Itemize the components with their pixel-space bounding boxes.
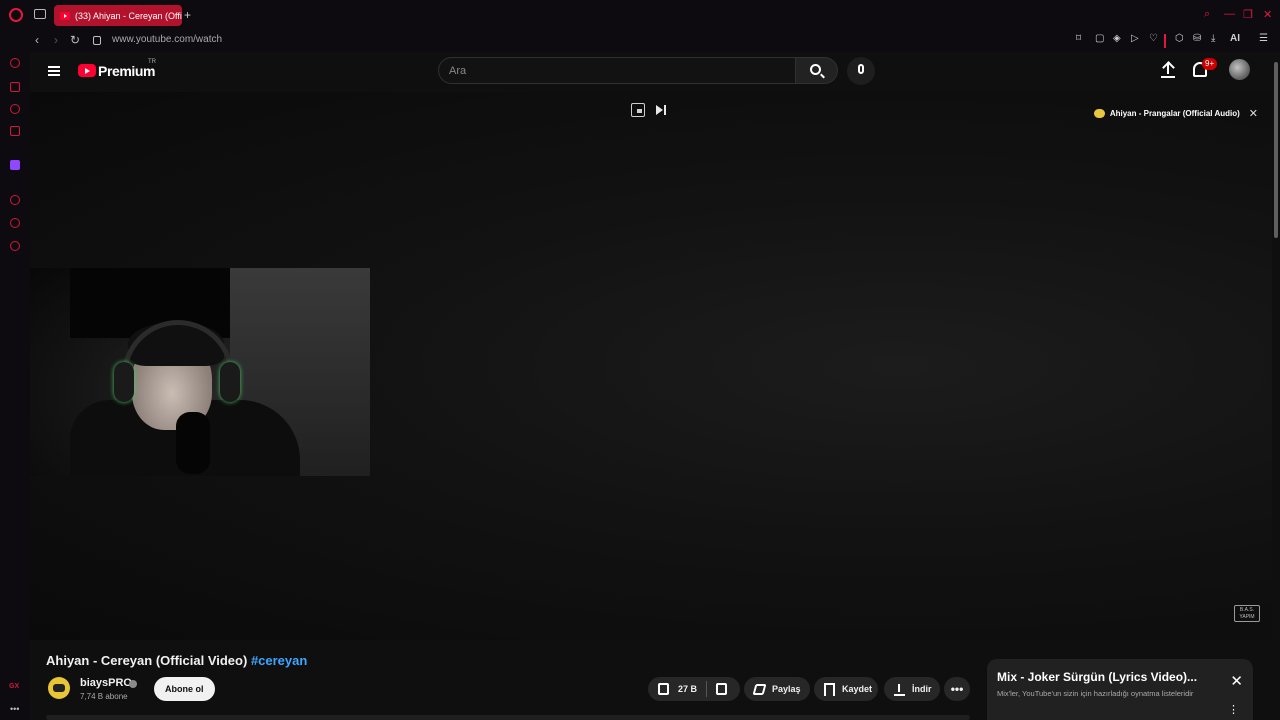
shield-icon[interactable]: ◈ xyxy=(1113,33,1121,44)
search-box xyxy=(438,57,796,84)
mix-subtitle: Mix'ler, YouTube'un sizin için hazırladı… xyxy=(997,689,1194,698)
voice-search-button[interactable] xyxy=(847,57,875,85)
verified-icon xyxy=(129,680,137,688)
video-title: Ahiyan - Cereyan (Official Video) #cerey… xyxy=(46,653,307,668)
subscriber-count: 7,74 B abone xyxy=(80,692,128,701)
sidebar-twitch-icon[interactable] xyxy=(10,160,20,170)
scrollbar-thumb[interactable] xyxy=(1274,62,1278,238)
up-next-thumbnail-icon xyxy=(1093,108,1105,118)
mix-playlist-card[interactable]: Mix - Joker Sürgün (Lyrics Video)... Mix… xyxy=(987,659,1253,720)
dislike-icon[interactable] xyxy=(716,683,728,695)
subscribe-button[interactable]: Abone ol xyxy=(154,677,215,701)
sidebar-gx-control-icon[interactable] xyxy=(10,58,20,68)
sidebar-history-icon[interactable] xyxy=(10,218,20,228)
menu-icon[interactable]: ☰ xyxy=(1259,33,1268,44)
opera-logo-icon[interactable] xyxy=(9,8,23,22)
up-next-card[interactable]: Ahiyan - Prangalar (Official Audio) ✕ xyxy=(1093,106,1258,120)
description-box-edge xyxy=(46,715,970,720)
minimize-icon[interactable]: — xyxy=(1224,8,1235,20)
toolbar-separator xyxy=(1164,34,1166,48)
save-label: Kaydet xyxy=(842,684,873,694)
sidebar-gx-label[interactable]: GX xyxy=(9,683,19,690)
sidebar-discord-icon[interactable] xyxy=(10,104,20,114)
video-title-text: Ahiyan - Cereyan (Official Video) xyxy=(46,653,248,668)
channel-watermark: B.A.S. YAPIM xyxy=(1234,605,1260,622)
heart-icon[interactable]: ♡ xyxy=(1149,33,1158,44)
logo-region: TR xyxy=(148,59,156,65)
wallet-icon[interactable]: ⛁ xyxy=(1193,33,1201,44)
tab-title: (33) Ahiyan - Cereyan (Offi xyxy=(75,10,182,21)
youtube-header: Premium TR 9+ xyxy=(30,52,1272,92)
close-icon[interactable]: ✕ xyxy=(1249,107,1258,120)
avatar[interactable] xyxy=(1229,59,1250,80)
sidebar-extensions-icon[interactable] xyxy=(10,241,20,251)
sidebar-player-icon[interactable] xyxy=(10,195,20,205)
logo-premium-text[interactable]: Premium xyxy=(98,63,156,79)
browser-tabbar: (33) Ahiyan - Cereyan (Offi + ⌕ — ❐ ✕ xyxy=(0,0,1280,30)
extensions-icon[interactable]: ⬡ xyxy=(1175,33,1184,44)
close-window-icon[interactable]: ✕ xyxy=(1263,8,1272,21)
like-count[interactable]: 27 B xyxy=(678,684,697,694)
bookmark-icon xyxy=(824,682,835,696)
miniplayer-icon[interactable] xyxy=(631,103,645,117)
lock-icon xyxy=(93,36,101,45)
mix-title[interactable]: Mix - Joker Sürgün (Lyrics Video)... xyxy=(997,670,1197,684)
browser-sidebar: GX ••• xyxy=(0,52,30,720)
browser-addressbar: ‹ › ↻ www.youtube.com/watch ⌑ ▢ ◈ ▷ ♡ ⬡ … xyxy=(0,30,1280,52)
browser-tab-active[interactable]: (33) Ahiyan - Cereyan (Offi xyxy=(54,5,182,26)
downloads-icon[interactable]: ⤓ xyxy=(1211,33,1215,44)
like-icon[interactable] xyxy=(658,683,669,695)
restore-icon[interactable]: ❐ xyxy=(1243,8,1253,21)
page-scrollbar[interactable] xyxy=(1272,52,1280,720)
more-options-icon[interactable]: ⋮ xyxy=(1228,703,1239,716)
notification-badge: 9+ xyxy=(1202,58,1218,70)
search-tabs-icon[interactable]: ⌕ xyxy=(1204,8,1210,21)
share-button[interactable]: Paylaş xyxy=(744,677,810,701)
snapshot-icon[interactable]: ▢ xyxy=(1095,33,1104,44)
microphone-icon xyxy=(858,64,864,74)
up-next-title[interactable]: Ahiyan - Prangalar (Official Audio) xyxy=(1110,109,1240,118)
more-actions-button[interactable]: ••• xyxy=(944,677,970,701)
streamer-figure xyxy=(70,308,300,476)
youtube-favicon-icon xyxy=(60,11,70,20)
sidebar-more-icon[interactable]: ••• xyxy=(10,704,19,714)
like-dislike-group: 27 B xyxy=(648,677,740,701)
sidebar-messenger-icon[interactable] xyxy=(10,126,20,136)
pin-icon[interactable]: ⌑ xyxy=(1076,33,1081,44)
forward-icon[interactable]: › xyxy=(54,33,58,47)
channel-name[interactable]: biaysPRO xyxy=(80,677,132,689)
save-button[interactable]: Kaydet xyxy=(814,677,878,701)
share-label: Paylaş xyxy=(772,684,801,694)
address-url[interactable]: www.youtube.com/watch xyxy=(112,34,222,45)
webcam-overlay xyxy=(30,268,370,476)
guide-menu-icon[interactable] xyxy=(48,66,60,76)
download-icon xyxy=(894,683,905,696)
upload-icon[interactable] xyxy=(1161,62,1175,78)
video-player[interactable]: Ahiyan - Prangalar (Official Audio) ✕ B.… xyxy=(30,92,1272,640)
download-label: İndir xyxy=(912,684,932,694)
back-icon[interactable]: ‹ xyxy=(35,33,39,47)
search-input[interactable] xyxy=(449,63,779,79)
download-button[interactable]: İndir xyxy=(884,677,940,701)
tab-list-icon[interactable] xyxy=(34,9,46,19)
close-icon[interactable]: ✕ xyxy=(1230,672,1243,690)
new-tab-button[interactable]: + xyxy=(184,8,191,22)
ai-button[interactable]: AI xyxy=(1230,33,1240,44)
youtube-logo-icon[interactable] xyxy=(78,64,96,77)
skip-next-icon[interactable] xyxy=(655,103,669,117)
search-icon xyxy=(810,64,821,75)
channel-avatar[interactable] xyxy=(48,677,70,699)
reload-icon[interactable]: ↻ xyxy=(70,33,80,47)
share-icon xyxy=(752,683,767,695)
hashtag-link[interactable]: #cereyan xyxy=(251,653,307,668)
sidebar-gx-corner-icon[interactable] xyxy=(10,82,20,92)
like-divider xyxy=(706,681,708,697)
search-button[interactable] xyxy=(796,57,838,84)
player-icon[interactable]: ▷ xyxy=(1131,33,1139,44)
